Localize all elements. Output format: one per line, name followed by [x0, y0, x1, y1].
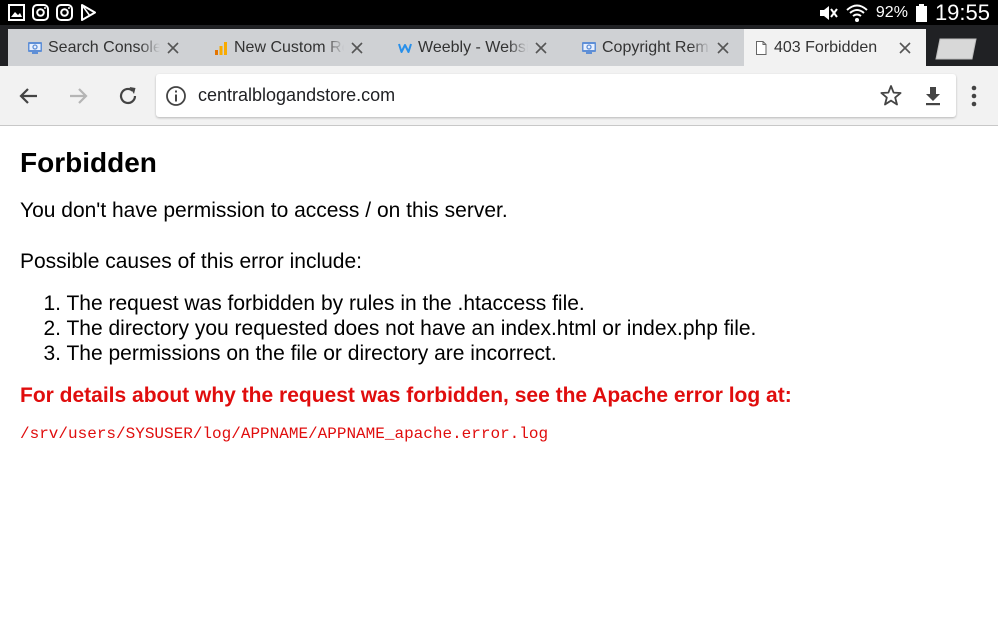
- close-icon[interactable]: [350, 41, 364, 55]
- forward-icon[interactable]: [66, 84, 90, 108]
- browser-toolbar: centralblogandstore.com: [0, 66, 998, 126]
- back-icon[interactable]: [17, 84, 41, 108]
- page-icon: [756, 40, 767, 55]
- mute-icon: [819, 5, 838, 20]
- close-icon[interactable]: [898, 41, 912, 55]
- list-item-number: 2.: [43, 317, 61, 340]
- list-item: 2. The directory you requested does not …: [20, 316, 756, 341]
- info-icon[interactable]: [165, 85, 187, 107]
- list-item-number: 1.: [43, 292, 61, 315]
- search-console-icon: [582, 41, 596, 54]
- tab-title: 403 Forbidden: [774, 38, 878, 56]
- tab-title: New Custom Report: [234, 38, 344, 56]
- weebly-icon: [398, 43, 412, 53]
- error-message: You don't have permission to access / on…: [20, 199, 508, 222]
- close-icon[interactable]: [166, 41, 180, 55]
- instagram-icon: [56, 4, 73, 21]
- tab-copyright-removal[interactable]: Copyright Removal: [562, 29, 744, 66]
- details-notice: For details about why the request was fo…: [20, 384, 792, 407]
- battery-percent: 92%: [875, 3, 908, 21]
- wifi-icon: [846, 4, 868, 22]
- new-tab-button[interactable]: [932, 37, 980, 61]
- list-item-number: 3.: [43, 342, 61, 365]
- list-item-text: The permissions on the file or directory…: [66, 342, 557, 365]
- page-title: Forbidden: [20, 147, 157, 178]
- status-bar: 92% 19:55: [0, 0, 998, 25]
- tab-403-forbidden[interactable]: 403 Forbidden: [744, 29, 926, 66]
- play-store-icon: [81, 4, 96, 21]
- tab-weebly[interactable]: Weebly - Website: [378, 29, 562, 66]
- tab-strip: Search Console - New Custom Report Weebl…: [0, 25, 998, 66]
- list-item: 1. The request was forbidden by rules in…: [20, 291, 756, 316]
- causes-list: 1. The request was forbidden by rules in…: [20, 291, 756, 366]
- reload-icon[interactable]: [116, 84, 140, 108]
- url-text[interactable]: centralblogandstore.com: [198, 74, 395, 117]
- error-log-path: /srv/users/SYSUSER/log/APPNAME/APPNAME_a…: [20, 425, 549, 443]
- tab-title: Copyright Removal: [602, 38, 710, 56]
- battery-icon: [915, 3, 927, 22]
- list-item: 3. The permissions on the file or direct…: [20, 341, 756, 366]
- address-bar[interactable]: centralblogandstore.com: [156, 74, 956, 117]
- bookmark-star-icon[interactable]: [878, 83, 904, 109]
- overflow-menu-icon[interactable]: [964, 84, 984, 108]
- instagram-icon: [32, 4, 49, 21]
- download-icon[interactable]: [920, 83, 946, 109]
- gallery-icon: [8, 4, 25, 21]
- search-console-icon: [28, 41, 42, 54]
- tab-new-custom-report[interactable]: New Custom Report: [194, 29, 378, 66]
- close-icon[interactable]: [716, 41, 730, 55]
- tab-search-console[interactable]: Search Console -: [8, 29, 194, 66]
- analytics-icon: [215, 41, 227, 55]
- list-item-text: The directory you requested does not hav…: [66, 317, 757, 340]
- tab-title: Search Console -: [48, 38, 160, 56]
- causes-intro: Possible causes of this error include:: [20, 250, 362, 273]
- close-icon[interactable]: [534, 41, 548, 55]
- list-item-text: The request was forbidden by rules in th…: [66, 292, 585, 315]
- tab-title: Weebly - Website: [418, 38, 528, 56]
- clock: 19:55: [934, 0, 990, 25]
